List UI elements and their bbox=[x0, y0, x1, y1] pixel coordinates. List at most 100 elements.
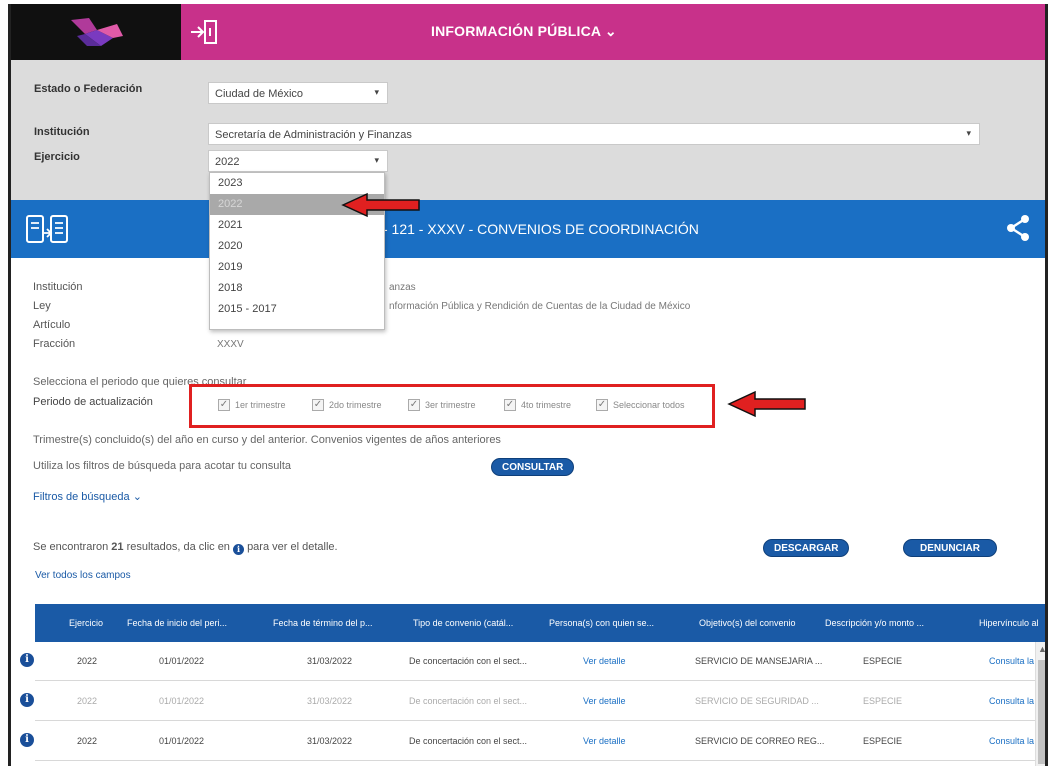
periodo-checkbox-group: ✓ 1er trimestre ✓ 2do trimestre ✓ 3er trime… bbox=[189, 384, 715, 428]
cell-objetivo: SERVICIO DE SEGURIDAD ... bbox=[695, 696, 819, 706]
column-header[interactable]: Ejercicio bbox=[69, 618, 103, 628]
institucion-select[interactable]: Secretaría de Administración y Finanzas … bbox=[208, 123, 980, 145]
table-scrollbar[interactable]: ▲ bbox=[1035, 642, 1045, 766]
consultar-button[interactable]: CONSULTAR bbox=[491, 458, 575, 476]
dropdown-option[interactable]: 2023 bbox=[210, 173, 384, 194]
checkbox-4to-trimestre[interactable]: ✓ 4to trimestre bbox=[504, 399, 571, 411]
info-ley-label: Ley bbox=[33, 300, 51, 312]
ver-todos-link[interactable]: Ver todos los campos bbox=[35, 570, 131, 581]
cell-fecha-termino: 31/03/2022 bbox=[307, 656, 353, 666]
dropdown-option[interactable]: 2020 bbox=[210, 236, 384, 257]
dropdown-option[interactable]: 2018 bbox=[210, 278, 384, 299]
table-row: i 2022 01/01/2022 31/03/2022 De concerta… bbox=[20, 642, 1035, 681]
cell-tipo-convenio: De concertación con el sect... bbox=[409, 656, 528, 666]
info-icon[interactable]: i bbox=[20, 653, 34, 667]
cell-fecha-inicio: 01/01/2022 bbox=[159, 696, 205, 706]
column-header[interactable]: Persona(s) con quien se... bbox=[549, 618, 654, 628]
cell-objetivo: SERVICIO DE MANSEJARIA ... bbox=[695, 656, 823, 666]
dropdown-option[interactable]: 2019 bbox=[210, 257, 384, 278]
periodo-label: Periodo de actualización bbox=[33, 396, 153, 408]
checkbox-2do-trimestre[interactable]: ✓ 2do trimestre bbox=[312, 399, 382, 411]
results-count: 21 bbox=[111, 541, 124, 553]
info-institucion-label: Institución bbox=[33, 281, 83, 293]
cell-ejercicio: 2022 bbox=[77, 736, 98, 746]
checkbox-icon[interactable]: ✓ bbox=[218, 399, 230, 411]
logo-icon[interactable] bbox=[67, 16, 125, 48]
caret-down-icon: ▾ bbox=[374, 155, 379, 165]
results-suffix-b: para ver el detalle. bbox=[247, 541, 338, 553]
results-suffix-a: resultados, da clic en bbox=[126, 541, 230, 553]
ejercicio-value: 2022 bbox=[215, 156, 240, 168]
filters-panel: Estado o Federación Ciudad de México ▾ I… bbox=[11, 60, 1045, 200]
checkbox-label: 2do trimestre bbox=[329, 400, 382, 410]
ver-detalle-link[interactable]: Ver detalle bbox=[583, 736, 626, 746]
filtros-busqueda-link[interactable]: Filtros de búsqueda ⌄ bbox=[33, 490, 142, 503]
cell-fecha-inicio: 01/01/2022 bbox=[159, 656, 205, 666]
checkbox-3er-trimestre[interactable]: ✓ 3er trimestre bbox=[408, 399, 476, 411]
info-icon[interactable]: i bbox=[20, 733, 34, 747]
consulta-link[interactable]: Consulta la bbox=[989, 656, 1034, 666]
column-header[interactable]: Fecha de inicio del peri... bbox=[127, 618, 227, 628]
estado-label: Estado o Federación bbox=[34, 83, 143, 95]
column-header[interactable]: Fecha de término del p... bbox=[273, 618, 373, 628]
scroll-thumb[interactable] bbox=[1038, 660, 1045, 764]
info-articulo-label: Artículo bbox=[33, 319, 71, 331]
checkbox-label: 4to trimestre bbox=[521, 400, 572, 410]
descargar-button[interactable]: DESCARGAR bbox=[763, 539, 850, 557]
info-fraccion-label: Fracción bbox=[33, 338, 76, 350]
ejercicio-select[interactable]: 2022 ▾ bbox=[208, 150, 388, 172]
cell-descripcion: ESPECIE bbox=[863, 656, 903, 666]
estado-select[interactable]: Ciudad de México ▾ bbox=[208, 82, 388, 104]
checkbox-label: Seleccionar todos bbox=[613, 400, 685, 410]
info-icon[interactable]: i bbox=[20, 693, 34, 707]
cell-descripcion: ESPECIE bbox=[863, 696, 903, 706]
filtros-hint: Utiliza los filtros de búsqueda para aco… bbox=[33, 460, 292, 472]
checkbox-1er-trimestre[interactable]: ✓ 1er trimestre bbox=[218, 399, 286, 411]
chevron-down-icon: ⌄ bbox=[604, 23, 617, 39]
filtros-busqueda-label: Filtros de búsqueda bbox=[33, 491, 130, 503]
consulta-link[interactable]: Consulta la bbox=[989, 696, 1034, 706]
header-title[interactable]: INFORMACIÓN PÚBLICA ⌄ bbox=[431, 23, 617, 40]
results-summary: Se encontraron 21 resultados, da clic en… bbox=[33, 541, 338, 555]
dropdown-option[interactable]: 2015 - 2017 bbox=[210, 299, 384, 320]
dropdown-option[interactable]: 2021 bbox=[210, 215, 384, 236]
red-arrow-icon bbox=[341, 192, 420, 218]
institucion-label: Institución bbox=[34, 126, 90, 138]
checkbox-icon[interactable]: ✓ bbox=[504, 399, 516, 411]
info-fraccion-value: XXXV bbox=[217, 339, 244, 350]
top-bar: INFORMACIÓN PÚBLICA ⌄ bbox=[11, 4, 1045, 60]
chevron-down-icon: ⌄ bbox=[132, 491, 142, 503]
ejercicio-label: Ejercicio bbox=[34, 151, 80, 163]
logo-block bbox=[11, 4, 181, 60]
scroll-up-icon[interactable]: ▲ bbox=[1038, 644, 1045, 654]
column-header[interactable]: Tipo de convenio (catál... bbox=[413, 618, 513, 628]
cell-fecha-termino: 31/03/2022 bbox=[307, 736, 353, 746]
login-icon[interactable] bbox=[189, 18, 219, 46]
info-icon: i bbox=[233, 544, 244, 555]
column-header[interactable]: Hipervínculo al bbox=[979, 618, 1039, 628]
denunciar-button[interactable]: DENUNCIAR bbox=[903, 539, 997, 557]
cell-ejercicio: 2022 bbox=[77, 696, 98, 706]
institucion-value: Secretaría de Administración y Finanzas bbox=[215, 129, 412, 141]
info-ley-value: nformación Pública y Rendición de Cuenta… bbox=[389, 301, 691, 312]
ver-detalle-link[interactable]: Ver detalle bbox=[583, 696, 626, 706]
checkbox-label: 1er trimestre bbox=[235, 400, 286, 410]
checkbox-icon[interactable]: ✓ bbox=[312, 399, 324, 411]
estado-value: Ciudad de México bbox=[215, 88, 304, 100]
column-header[interactable]: Descripción y/o monto ... bbox=[825, 618, 924, 628]
cell-fecha-inicio: 01/01/2022 bbox=[159, 736, 205, 746]
table-row: i 2022 01/01/2022 31/03/2022 De concerta… bbox=[20, 682, 1035, 721]
results-prefix: Se encontraron bbox=[33, 541, 109, 553]
column-header[interactable]: Objetivo(s) del convenio bbox=[699, 618, 796, 628]
checkbox-icon[interactable]: ✓ bbox=[596, 399, 608, 411]
ver-detalle-link[interactable]: Ver detalle bbox=[583, 656, 626, 666]
caret-down-icon: ▾ bbox=[966, 128, 971, 138]
checkbox-icon[interactable]: ✓ bbox=[408, 399, 420, 411]
checkbox-seleccionar-todos[interactable]: ✓ Seleccionar todos bbox=[596, 399, 685, 411]
info-institucion-value: anzas bbox=[389, 282, 416, 293]
trimestre-note: Trimestre(s) concluido(s) del año en cur… bbox=[33, 434, 501, 446]
consulta-link[interactable]: Consulta la bbox=[989, 736, 1034, 746]
share-icon[interactable] bbox=[1005, 214, 1031, 242]
browser-frame: INFORMACIÓN PÚBLICA ⌄ Estado o Federació… bbox=[8, 4, 1048, 766]
header-title-text: INFORMACIÓN PÚBLICA bbox=[431, 23, 601, 39]
